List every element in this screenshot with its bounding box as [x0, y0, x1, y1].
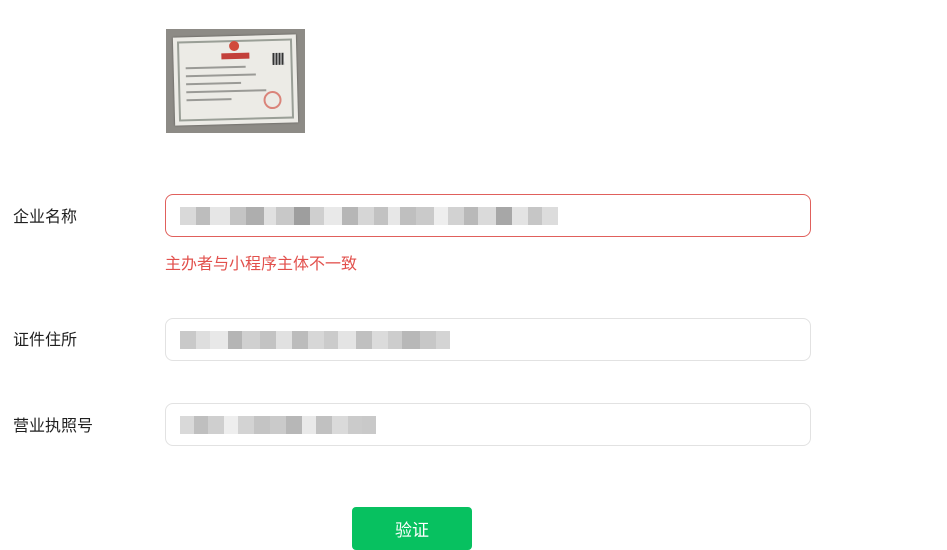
address-label: 证件住所: [13, 330, 78, 349]
company-name-value-redacted: [180, 207, 558, 225]
business-license-image[interactable]: [166, 29, 305, 133]
verify-button[interactable]: 验证: [352, 507, 472, 550]
address-field[interactable]: [165, 318, 811, 361]
company-name-label: 企业名称: [13, 207, 78, 226]
qr-code-icon: [272, 52, 285, 66]
address-value-redacted: [180, 331, 450, 349]
company-name-field[interactable]: [165, 194, 811, 237]
license-number-field[interactable]: [165, 403, 811, 446]
company-name-error: 主办者与小程序主体不一致: [165, 254, 358, 273]
license-frame: [176, 38, 295, 122]
license-number-label: 营业执照号: [13, 416, 94, 435]
license-number-value-redacted: [180, 416, 376, 434]
license-paper: [172, 34, 299, 126]
license-heading: [221, 52, 250, 60]
